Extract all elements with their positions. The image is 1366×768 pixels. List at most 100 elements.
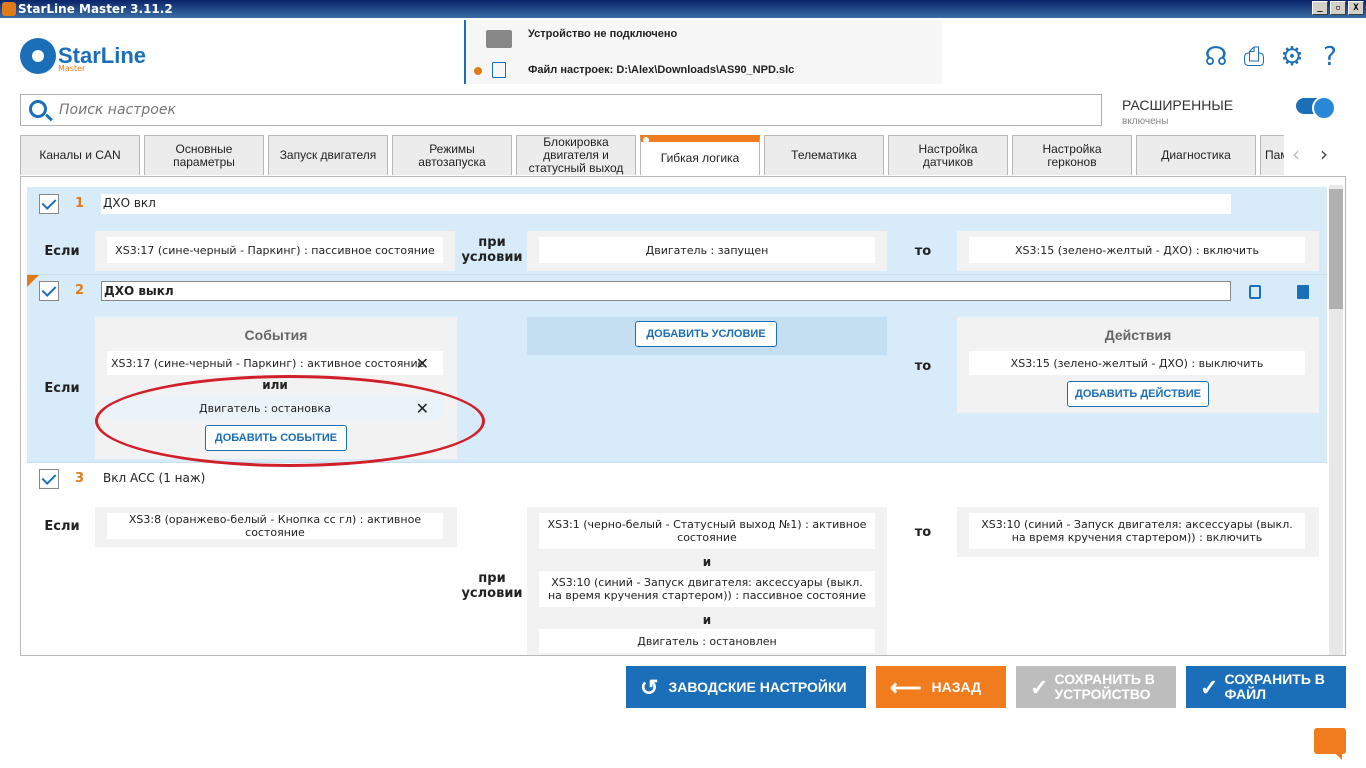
chat-icon[interactable] bbox=[1314, 728, 1346, 760]
tab-diagnostics[interactable]: Диагностика bbox=[1136, 135, 1256, 175]
help-icon[interactable]: ? bbox=[1316, 42, 1344, 72]
or-label: или bbox=[262, 378, 288, 392]
rule-3-condition-label: при условии bbox=[461, 571, 523, 601]
logo-sub: Master bbox=[58, 64, 86, 73]
device-panel: Устройство не подключено Файл настроек: … bbox=[464, 20, 942, 84]
rule-2-event-2-text: Двигатель : остановка bbox=[199, 401, 331, 415]
rules-scrollbar-thumb[interactable] bbox=[1329, 189, 1343, 309]
tab-engine-block[interactable]: Блокировка двигателя и статусный выход bbox=[516, 135, 636, 175]
factory-settings-label: ЗАВОДСКИЕ НАСТРОЙКИ bbox=[668, 678, 847, 695]
rule-3-condition-3[interactable]: Двигатель : остановлен bbox=[539, 629, 875, 653]
rule-1-if-label: Если bbox=[44, 244, 80, 259]
rule-3-if-label: Если bbox=[44, 519, 80, 534]
rule-3-condition-1[interactable]: XS3:1 (черно-белый - Статусный выход №1)… bbox=[539, 513, 875, 549]
rule-1-name[interactable]: ДХО вкл bbox=[101, 194, 1231, 214]
tab-sensors[interactable]: Настройка датчиков bbox=[888, 135, 1008, 175]
trash-icon[interactable] bbox=[1297, 285, 1309, 299]
rule-2-action[interactable]: XS3:15 (зелено-желтый - ДХО) : выключить bbox=[969, 351, 1305, 375]
rule-3-checkbox[interactable] bbox=[39, 469, 59, 489]
rule-2-name-input[interactable]: ДХО выкл bbox=[101, 281, 1231, 301]
support-icon[interactable]: ☊ bbox=[1202, 42, 1230, 72]
remove-event-2-icon[interactable]: ✕ bbox=[416, 400, 429, 416]
minimize-button[interactable]: _ bbox=[1312, 1, 1328, 15]
starline-logo: StarLine Master bbox=[20, 38, 146, 74]
save-to-file-label: СОХРАНИТЬ В ФАЙЛ bbox=[1224, 671, 1325, 702]
add-action-button[interactable]: ДОБАВИТЬ ДЕЙСТВИЕ bbox=[1067, 381, 1209, 407]
rule-3-condition-2[interactable]: XS3:10 (синий - Запуск двигателя: аксесс… bbox=[539, 571, 875, 607]
check-icon: ✓ bbox=[1030, 674, 1049, 700]
advanced-toggle[interactable] bbox=[1296, 96, 1336, 120]
rule-1-condition-label: при условии bbox=[461, 235, 523, 265]
rule-3-action[interactable]: XS3:10 (синий - Запуск двигателя: аксесс… bbox=[969, 513, 1305, 549]
rule-1-checkbox[interactable] bbox=[39, 194, 59, 214]
tab-main-params[interactable]: Основные параметры bbox=[144, 135, 264, 175]
tab-channels-can[interactable]: Каналы и CAN bbox=[20, 135, 140, 175]
add-event-button[interactable]: ДОБАВИТЬ СОБЫТИЕ bbox=[205, 425, 347, 451]
advanced-label: РАСШИРЕННЫЕ bbox=[1122, 97, 1234, 113]
device-icon bbox=[486, 30, 512, 48]
copy-icon[interactable] bbox=[1249, 285, 1261, 299]
tab-telematics[interactable]: Телематика bbox=[764, 135, 884, 175]
tab-reed-switches[interactable]: Настройка герконов bbox=[1012, 135, 1132, 175]
close-button[interactable]: X bbox=[1348, 1, 1364, 15]
rule-2-then-label: то bbox=[914, 359, 932, 374]
rule-1-number: 1 bbox=[75, 196, 85, 211]
actions-title: Действия bbox=[1104, 327, 1172, 343]
rule-2-number: 2 bbox=[75, 283, 85, 298]
search-icon bbox=[29, 100, 47, 118]
back-label: НАЗАД bbox=[931, 678, 982, 695]
window-controls: _ ▫ X bbox=[1312, 1, 1364, 15]
logo-gear-icon bbox=[20, 38, 56, 74]
rule-3-event[interactable]: XS3:8 (оранжево-белый - Кнопка сс гл) : … bbox=[107, 513, 443, 539]
rule-1-event[interactable]: XS3:17 (сине-черный - Паркинг) : пассивн… bbox=[107, 237, 443, 263]
rule-1-condition[interactable]: Двигатель : запущен bbox=[539, 237, 875, 263]
rule-3-conditions-box: XS3:1 (черно-белый - Статусный выход №1)… bbox=[527, 507, 887, 655]
back-arrow-icon: ⟵ bbox=[890, 674, 922, 700]
app-icon bbox=[2, 2, 16, 16]
rule-2-actions-box: Действия XS3:15 (зелено-желтый - ДХО) : … bbox=[957, 317, 1319, 413]
rule-2-event-1[interactable]: XS3:17 (сине-черный - Паркинг) : активно… bbox=[107, 351, 443, 375]
settings-gear-icon[interactable]: ⚙ bbox=[1278, 42, 1306, 72]
tab-engine-start[interactable]: Запуск двигателя bbox=[268, 135, 388, 175]
rule-2-selected-marker bbox=[27, 275, 39, 287]
rule-1-event-box: XS3:17 (сине-черный - Паркинг) : пассивн… bbox=[95, 231, 455, 271]
and-label-1: и bbox=[702, 555, 712, 569]
and-label-2: и bbox=[702, 613, 712, 627]
remove-event-1-icon[interactable]: ✕ bbox=[416, 355, 429, 371]
tab-autostart-modes[interactable]: Режимы автозапуска bbox=[392, 135, 512, 175]
add-condition-button[interactable]: ДОБАВИТЬ УСЛОВИЕ bbox=[635, 321, 777, 347]
rule-1-action-box: XS3:15 (зелено-желтый - ДХО) : включить bbox=[957, 231, 1319, 271]
save-to-device-label: СОХРАНИТЬ В УСТРОЙСТВО bbox=[1054, 671, 1155, 702]
rule-1-action[interactable]: XS3:15 (зелено-желтый - ДХО) : включить bbox=[969, 237, 1305, 263]
rule-1-condition-box: Двигатель : запущен bbox=[527, 231, 887, 271]
factory-settings-button[interactable]: ↺ ЗАВОДСКИЕ НАСТРОЙКИ bbox=[626, 666, 866, 708]
tab-prev-icon[interactable]: ‹ bbox=[1292, 142, 1300, 166]
print-icon[interactable]: ⎙ bbox=[1240, 42, 1268, 72]
window-title: StarLine Master 3.11.2 bbox=[18, 2, 173, 16]
rules-panel: 1 ДХО вкл Если XS3:17 (сине-черный - Пар… bbox=[20, 176, 1346, 656]
rule-3-name[interactable]: Вкл ACC (1 наж) bbox=[101, 469, 1231, 489]
rule-3-action-box: XS3:10 (синий - Запуск двигателя: аксесс… bbox=[957, 507, 1319, 557]
rule-3: 3 Вкл ACC (1 наж) Если XS3:8 (оранжево-б… bbox=[27, 463, 1327, 655]
check-icon: ✓ bbox=[1200, 674, 1219, 700]
rule-1-then-label: то bbox=[914, 244, 932, 259]
tab-scroll: ‹ › bbox=[1292, 142, 1328, 166]
save-to-file-button[interactable]: ✓ СОХРАНИТЬ В ФАЙЛ bbox=[1186, 666, 1346, 708]
rule-2-event-2[interactable]: Двигатель : остановка ✕ bbox=[107, 396, 443, 420]
tab-bar: Каналы и CAN Основные параметры Запуск д… bbox=[20, 135, 1284, 175]
device-status: Устройство не подключено bbox=[528, 28, 678, 40]
tab-memory[interactable]: Пам bbox=[1260, 135, 1284, 175]
rules-scrollbar[interactable] bbox=[1329, 185, 1343, 655]
rule-2: 2 ДХО выкл Если События XS3:17 (сине-чер… bbox=[27, 275, 1327, 463]
rule-2-if-label: Если bbox=[44, 381, 80, 396]
rule-3-then-label: то bbox=[914, 525, 932, 540]
save-to-device-button[interactable]: ✓ СОХРАНИТЬ В УСТРОЙСТВО bbox=[1016, 666, 1176, 708]
window-titlebar: StarLine Master 3.11.2 _ ▫ X bbox=[0, 0, 1366, 18]
rule-2-events-box: События XS3:17 (сине-черный - Паркинг) :… bbox=[95, 317, 457, 459]
tab-next-icon[interactable]: › bbox=[1320, 142, 1328, 166]
tab-flexible-logic[interactable]: Гибкая логика bbox=[640, 135, 760, 175]
rule-2-checkbox[interactable] bbox=[39, 281, 59, 301]
search-input[interactable] bbox=[59, 100, 1059, 120]
maximize-button[interactable]: ▫ bbox=[1330, 1, 1346, 15]
back-button[interactable]: ⟵ НАЗАД bbox=[876, 666, 1006, 708]
